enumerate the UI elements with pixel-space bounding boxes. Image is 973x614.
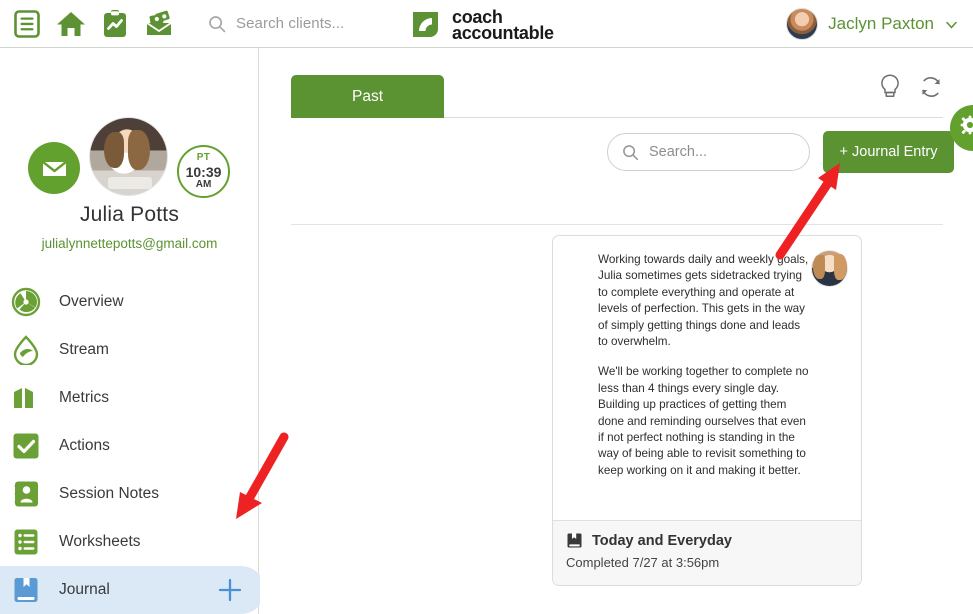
session-notes-icon (14, 481, 38, 507)
client-sidebar: PT 10:39 AM Julia Potts julialynnettepot… (0, 48, 265, 614)
sidebar-item-actions[interactable]: Actions (0, 422, 259, 470)
meridiem: AM (195, 179, 212, 190)
chevron-down-icon[interactable] (944, 17, 959, 32)
toolbar-divider (291, 224, 943, 225)
gear-icon (960, 115, 973, 135)
journal-entry-status: Completed 7/27 at 3:56pm (566, 555, 720, 570)
client-avatar (89, 117, 168, 196)
client-local-time: PT 10:39 AM (177, 145, 230, 198)
journal-paragraph: We'll be working together to complete no… (598, 365, 809, 477)
sidebar-item-session-notes[interactable]: Session Notes (0, 470, 259, 518)
user-name: Jaclyn Paxton (828, 14, 934, 33)
search-icon (623, 144, 639, 160)
message-client-button[interactable] (28, 142, 80, 194)
money-envelope-icon[interactable] (144, 9, 174, 39)
sidebar-item-label: Stream (59, 341, 109, 358)
app-root: Search clients... coach accountable Jacl… (0, 0, 973, 614)
coachaccountable-logo-icon (413, 12, 438, 37)
sidebar-nav: Overview Stream Metrics Actions Session … (0, 278, 265, 614)
journal-book-icon (567, 533, 582, 548)
sidebar-item-label: Actions (59, 437, 110, 454)
home-icon[interactable] (56, 9, 86, 39)
sidebar-item-label: Metrics (59, 389, 109, 406)
local-time: 10:39 (185, 164, 222, 180)
timezone-label: PT (196, 152, 211, 163)
client-profile-header: PT 10:39 AM Julia Potts julialynnettepot… (0, 48, 258, 251)
journal-toolbar: Search... + Journal Entry (291, 130, 954, 188)
sidebar-item-metrics[interactable]: Metrics (0, 374, 259, 422)
client-email[interactable]: julialynnettepotts@gmail.com (0, 236, 259, 251)
add-journal-entry-button[interactable]: + Journal Entry (823, 131, 954, 173)
worksheets-icon (14, 529, 38, 555)
main-content: Past Search... + Journal Entry Working t… (260, 48, 973, 614)
journal-tabs: Past (291, 73, 944, 118)
sidebar-item-label: Session Notes (59, 485, 159, 502)
client-search[interactable]: Search clients... (208, 15, 344, 33)
envelope-icon (41, 160, 67, 176)
tab-past[interactable]: Past (291, 75, 444, 118)
stream-icon (13, 335, 39, 365)
journal-paragraph: Working towards daily and weekly goals, … (598, 253, 809, 349)
top-navigation-bar: Search clients... coach accountable Jacl… (0, 0, 973, 48)
coachaccountable-logo[interactable]: coach accountable (408, 7, 554, 42)
clipboard-chart-icon[interactable] (100, 9, 130, 39)
search-icon (209, 15, 226, 32)
menu-list-icon[interactable] (12, 9, 42, 39)
header-action-icons (878, 73, 944, 100)
metrics-icon (14, 388, 33, 408)
logo-wordmark: coach accountable (452, 8, 554, 43)
sidebar-item-label: Journal (59, 581, 110, 598)
avatar (786, 8, 819, 40)
journal-entry-title: Today and Everyday (592, 532, 732, 549)
tabs-underline (444, 117, 943, 118)
sidebar-item-overview[interactable]: Overview (0, 278, 259, 326)
actions-icon (13, 433, 39, 459)
client-search-placeholder: Search clients... (236, 15, 345, 32)
sidebar-item-label: Overview (59, 293, 124, 310)
journal-entry-body: Working towards daily and weekly goals, … (553, 236, 861, 521)
sidebar-item-worksheets[interactable]: Worksheets (0, 518, 259, 566)
sidebar-item-stream[interactable]: Stream (0, 326, 259, 374)
plus-icon[interactable] (217, 577, 243, 603)
avatar (811, 250, 848, 287)
lightbulb-icon[interactable] (878, 73, 902, 100)
journal-entry-footer: Today and Everyday Completed 7/27 at 3:5… (553, 520, 861, 585)
client-name: Julia Potts (79, 203, 180, 226)
sidebar-item-journal[interactable]: Journal (0, 566, 265, 614)
journal-entry-title-row: Today and Everyday (566, 532, 861, 549)
journal-entry-card[interactable]: Working towards daily and weekly goals, … (552, 235, 862, 586)
journal-entry-text: Working towards daily and weekly goals, … (598, 252, 813, 479)
logo-line-2: accountable (452, 22, 554, 43)
user-menu[interactable]: Jaclyn Paxton (786, 8, 959, 40)
top-icon-group (0, 9, 174, 39)
overview-icon (11, 287, 41, 317)
sidebar-item-label: Worksheets (59, 533, 141, 550)
search-input[interactable]: Search... (607, 133, 810, 171)
journal-icon (14, 578, 38, 602)
refresh-icon[interactable] (918, 74, 944, 100)
search-placeholder: Search... (649, 144, 708, 160)
